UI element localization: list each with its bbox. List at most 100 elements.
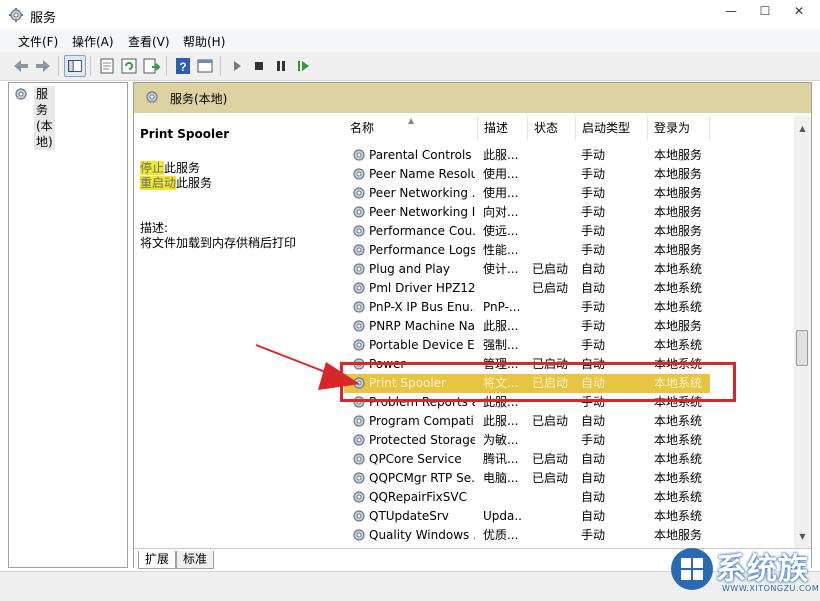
cell-logon: 本地系统 xyxy=(654,433,703,447)
table-row[interactable]: Performance Cou... 使远... 手动 本地服务 xyxy=(344,222,710,241)
cell-logon: 本地系统 xyxy=(654,338,703,352)
services-list: 名称 ▲ 描述 状态 启动类型 登录为 Parental Controls 此服..… xyxy=(344,116,792,548)
cell-startup: 手动 xyxy=(581,148,606,162)
table-row[interactable]: Peer Name Resolu... 使用... 手动 本地服务 xyxy=(344,165,710,184)
watermark-text: 系统族 xyxy=(716,552,809,587)
table-row[interactable]: QPCore Service 腾讯... 已启动 自动 本地系统 xyxy=(344,450,710,469)
cell-desc: 腾讯... xyxy=(483,452,519,466)
cell-name: QPCore Service xyxy=(369,452,462,466)
table-row[interactable]: Peer Networking I... 向对... 手动 本地服务 xyxy=(344,203,710,222)
cell-name: Peer Networking ... xyxy=(369,186,475,200)
restart-service-link[interactable]: 重启动 xyxy=(140,176,177,190)
tab-extended[interactable]: 扩展 xyxy=(138,551,177,569)
cell-startup: 自动 xyxy=(581,262,606,276)
cell-logon: 本地系统 xyxy=(654,300,703,314)
table-row[interactable]: PNRP Machine Na... 此服... 手动 本地服务 xyxy=(344,317,710,336)
cell-startup: 手动 xyxy=(581,243,606,257)
cell-status: 已启动 xyxy=(532,262,569,276)
cell-name: Peer Networking I... xyxy=(369,205,475,219)
table-row[interactable]: Quality Windows ... 优质... 手动 本地服务 xyxy=(344,526,710,545)
cell-startup: 手动 xyxy=(581,167,606,181)
properties-icon[interactable] xyxy=(96,55,118,77)
resume-service-icon[interactable] xyxy=(292,55,314,77)
cell-startup: 自动 xyxy=(581,281,606,295)
cell-startup: 手动 xyxy=(581,186,606,200)
service-gear-icon xyxy=(353,263,365,275)
minimize-button[interactable]: — xyxy=(714,0,748,26)
cell-startup: 手动 xyxy=(581,300,606,314)
service-gear-icon xyxy=(353,225,365,237)
table-row[interactable]: Protected Storage 为敏... 手动 本地系统 xyxy=(344,431,710,450)
cell-name: Parental Controls xyxy=(369,148,472,162)
cell-name: Performance Logs... xyxy=(369,243,475,257)
cell-name: QQRepairFixSVC xyxy=(369,490,467,504)
column-status[interactable]: 状态 xyxy=(528,116,576,140)
cell-desc: 电脑... xyxy=(483,471,519,485)
service-gear-icon xyxy=(353,301,365,313)
cell-name: Pml Driver HPZ12 xyxy=(369,281,475,295)
show-hide-tree-icon[interactable] xyxy=(64,55,86,77)
cell-logon: 本地服务 xyxy=(654,243,703,257)
table-row[interactable]: PnP-X IP Bus Enu... PnP-... 手动 本地系统 xyxy=(344,298,710,317)
menu-view[interactable]: 查看(V) xyxy=(128,33,170,50)
cell-name: Portable Device E... xyxy=(369,338,475,352)
cell-name: Plug and Play xyxy=(369,262,451,276)
scroll-up-icon[interactable]: ▲ xyxy=(794,120,811,137)
service-gear-icon xyxy=(353,320,365,332)
export-list-icon[interactable] xyxy=(140,55,162,77)
table-row[interactable]: Peer Networking ... 使用... 手动 本地服务 xyxy=(344,184,710,203)
table-row[interactable]: QQRepairFixSVC 自动 本地系统 xyxy=(344,488,710,507)
pause-service-icon[interactable] xyxy=(270,55,292,77)
cell-logon: 本地系统 xyxy=(654,262,703,276)
close-button[interactable]: ✕ xyxy=(782,0,816,26)
table-row[interactable]: Plug and Play 使计... 已启动 自动 本地系统 xyxy=(344,260,710,279)
table-row[interactable]: Portable Device E... 强制... 手动 本地系统 xyxy=(344,336,710,355)
menu-action[interactable]: 操作(A) xyxy=(72,33,114,50)
maximize-button[interactable]: ☐ xyxy=(748,0,782,26)
table-row[interactable]: QTUpdateSrv Upda... 自动 本地系统 xyxy=(344,507,710,526)
cell-startup: 自动 xyxy=(581,414,606,428)
cell-name: Performance Cou... xyxy=(369,224,475,238)
help-icon[interactable]: ? xyxy=(172,55,194,77)
scrollbar-thumb[interactable] xyxy=(796,330,808,366)
cell-startup: 自动 xyxy=(581,490,606,504)
refresh-icon[interactable] xyxy=(118,55,140,77)
back-icon[interactable] xyxy=(10,55,32,77)
forward-icon[interactable] xyxy=(32,55,54,77)
table-row[interactable]: QQPCMgr RTP Se... 电脑... 已启动 自动 本地系统 xyxy=(344,469,710,488)
service-gear-icon xyxy=(353,434,365,446)
menu-help[interactable]: 帮助(H) xyxy=(183,33,225,50)
cell-name: Peer Name Resolu... xyxy=(369,167,475,181)
cell-desc: 性能... xyxy=(483,243,519,257)
stop-service-icon[interactable] xyxy=(248,55,270,77)
cell-name: PNRP Machine Na... xyxy=(369,319,475,333)
cell-startup: 自动 xyxy=(581,509,606,523)
cell-startup: 手动 xyxy=(581,205,606,219)
cell-desc: 强制... xyxy=(483,338,519,352)
table-row[interactable]: Program Compati... 此服... 已启动 自动 本地系统 xyxy=(344,412,710,431)
column-description[interactable]: 描述 xyxy=(478,116,528,140)
services-gear-icon xyxy=(146,91,158,103)
table-row[interactable]: Performance Logs... 性能... 手动 本地服务 xyxy=(344,241,710,260)
table-row[interactable]: Pml Driver HPZ12 已启动 自动 本地系统 xyxy=(344,279,710,298)
service-gear-icon xyxy=(353,149,365,161)
restart-service-line: 重启动此服务 xyxy=(140,174,212,191)
column-name[interactable]: 名称 ▲ xyxy=(344,116,478,140)
cell-startup: 手动 xyxy=(581,528,606,542)
console-icon[interactable] xyxy=(194,55,216,77)
column-startup-type[interactable]: 启动类型 xyxy=(576,116,648,140)
tab-standard[interactable]: 标准 xyxy=(176,551,215,569)
cell-name: QQPCMgr RTP Se... xyxy=(369,471,475,485)
stop-service-link[interactable]: 停止 xyxy=(140,161,165,175)
table-row[interactable]: Parental Controls 此服... 手动 本地服务 xyxy=(344,146,710,165)
column-logon-as[interactable]: 登录为 xyxy=(648,116,710,140)
cell-desc: 此服... xyxy=(483,319,519,333)
cell-desc: 使远... xyxy=(483,224,519,238)
cell-name: Program Compati... xyxy=(369,414,475,428)
menu-file[interactable]: 文件(F) xyxy=(18,33,58,50)
service-gear-icon xyxy=(353,415,365,427)
vertical-scrollbar[interactable]: ▲ ▼ xyxy=(794,116,811,548)
cell-desc: 向对... xyxy=(483,205,519,219)
cell-logon: 本地系统 xyxy=(654,509,703,523)
start-service-icon[interactable] xyxy=(226,55,248,77)
